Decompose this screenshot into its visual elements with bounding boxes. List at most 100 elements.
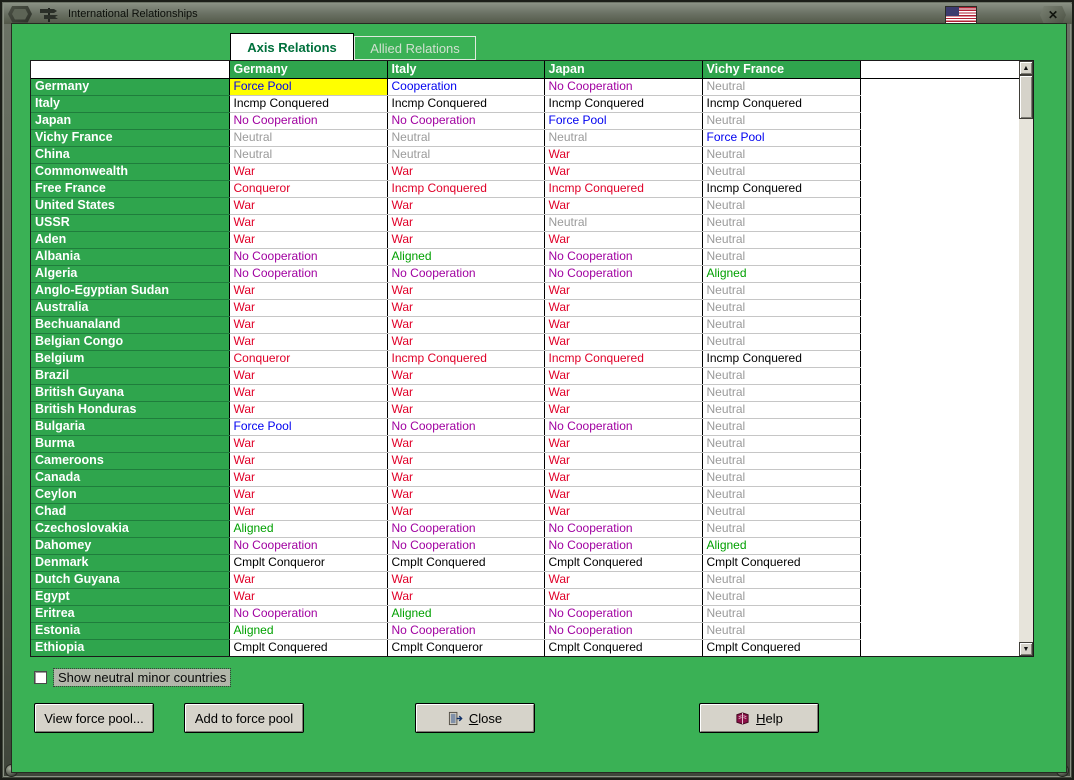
vertical-scrollbar[interactable]: ▲ ▼ bbox=[1019, 61, 1033, 656]
window-close-button[interactable]: ✕ bbox=[1040, 6, 1066, 24]
relation-cell[interactable]: Force Pool bbox=[229, 418, 388, 436]
relation-cell[interactable]: War bbox=[387, 163, 545, 181]
relation-cell[interactable]: Neutral bbox=[702, 605, 861, 623]
relation-cell[interactable]: Cmplt Conquered bbox=[702, 554, 861, 572]
relation-cell[interactable]: Neutral bbox=[702, 231, 861, 249]
relation-cell[interactable]: War bbox=[387, 367, 545, 385]
relation-cell[interactable]: Neutral bbox=[702, 452, 861, 470]
relation-cell[interactable]: No Cooperation bbox=[544, 520, 703, 538]
relation-cell[interactable]: War bbox=[229, 571, 388, 589]
relation-cell[interactable]: War bbox=[544, 282, 703, 300]
relation-cell[interactable]: War bbox=[387, 452, 545, 470]
relation-cell[interactable]: Cmplt Conquered bbox=[544, 639, 703, 656]
relation-cell[interactable]: Aligned bbox=[387, 248, 545, 266]
close-button[interactable]: Close bbox=[415, 703, 535, 733]
relation-cell[interactable]: War bbox=[387, 333, 545, 351]
relation-cell[interactable]: Neutral bbox=[702, 214, 861, 232]
relation-cell[interactable]: War bbox=[229, 401, 388, 419]
country-name-cell[interactable]: Ceylon bbox=[31, 486, 230, 504]
relation-cell[interactable]: Neutral bbox=[702, 588, 861, 606]
country-name-cell[interactable]: Italy bbox=[31, 95, 230, 113]
relation-cell[interactable]: War bbox=[544, 503, 703, 521]
relation-cell[interactable]: Aligned bbox=[702, 537, 861, 555]
relation-cell[interactable]: Neutral bbox=[702, 146, 861, 164]
relation-cell[interactable]: War bbox=[229, 163, 388, 181]
relation-cell[interactable]: Neutral bbox=[544, 214, 703, 232]
relation-cell[interactable]: War bbox=[544, 452, 703, 470]
country-name-cell[interactable]: Czechoslovakia bbox=[31, 520, 230, 538]
relation-cell[interactable]: Neutral bbox=[702, 503, 861, 521]
relation-cell[interactable]: Incmp Conquered bbox=[387, 95, 545, 113]
help-button[interactable]: Help bbox=[699, 703, 819, 733]
relation-cell[interactable]: War bbox=[544, 299, 703, 317]
relation-cell[interactable]: No Cooperation bbox=[229, 265, 388, 283]
relation-cell[interactable]: Neutral bbox=[702, 112, 861, 130]
country-name-cell[interactable]: Denmark bbox=[31, 554, 230, 572]
relation-cell[interactable]: Neutral bbox=[387, 129, 545, 147]
relation-cell[interactable]: Cmplt Conquered bbox=[702, 639, 861, 656]
country-name-cell[interactable]: Commonwealth bbox=[31, 163, 230, 181]
show-neutral-label[interactable]: Show neutral minor countries bbox=[52, 668, 232, 687]
country-name-cell[interactable]: Egypt bbox=[31, 588, 230, 606]
relation-cell[interactable]: Neutral bbox=[702, 282, 861, 300]
relation-cell[interactable]: War bbox=[387, 214, 545, 232]
relation-cell[interactable]: War bbox=[387, 435, 545, 453]
relation-cell[interactable]: Neutral bbox=[702, 571, 861, 589]
relation-cell[interactable]: No Cooperation bbox=[544, 418, 703, 436]
country-name-cell[interactable]: Cameroons bbox=[31, 452, 230, 470]
relation-cell[interactable]: Neutral bbox=[702, 622, 861, 640]
relation-cell[interactable]: No Cooperation bbox=[387, 265, 545, 283]
relation-cell[interactable]: Conqueror bbox=[229, 350, 388, 368]
relation-cell[interactable]: Cooperation bbox=[387, 78, 545, 96]
relation-cell[interactable]: Neutral bbox=[229, 129, 388, 147]
country-name-cell[interactable]: Ethiopia bbox=[31, 639, 230, 656]
relation-cell[interactable]: Incmp Conquered bbox=[387, 180, 545, 198]
country-name-cell[interactable]: Australia bbox=[31, 299, 230, 317]
relation-cell[interactable]: Neutral bbox=[229, 146, 388, 164]
relation-cell[interactable]: Neutral bbox=[702, 401, 861, 419]
country-name-cell[interactable]: British Honduras bbox=[31, 401, 230, 419]
relation-cell[interactable]: Cmplt Conqueror bbox=[387, 639, 545, 656]
relation-cell[interactable]: War bbox=[544, 469, 703, 487]
relation-cell[interactable]: War bbox=[229, 486, 388, 504]
relation-cell[interactable]: No Cooperation bbox=[544, 248, 703, 266]
relation-cell[interactable]: War bbox=[229, 282, 388, 300]
relation-cell[interactable]: War bbox=[544, 435, 703, 453]
relation-cell[interactable]: Aligned bbox=[229, 520, 388, 538]
relation-cell[interactable]: Neutral bbox=[702, 435, 861, 453]
relation-cell[interactable]: War bbox=[229, 452, 388, 470]
relation-cell[interactable]: War bbox=[229, 316, 388, 334]
relation-cell[interactable]: No Cooperation bbox=[387, 622, 545, 640]
relation-cell[interactable]: No Cooperation bbox=[229, 112, 388, 130]
relation-cell[interactable]: War bbox=[387, 503, 545, 521]
country-name-cell[interactable]: Japan bbox=[31, 112, 230, 130]
relation-cell[interactable]: Neutral bbox=[702, 520, 861, 538]
relation-cell[interactable]: Neutral bbox=[544, 129, 703, 147]
relation-cell[interactable]: War bbox=[387, 231, 545, 249]
relation-cell[interactable]: War bbox=[229, 384, 388, 402]
relation-cell[interactable]: Incmp Conquered bbox=[229, 95, 388, 113]
relation-cell[interactable]: War bbox=[544, 384, 703, 402]
column-header-italy[interactable]: Italy bbox=[387, 61, 545, 79]
relation-cell[interactable]: No Cooperation bbox=[544, 605, 703, 623]
scrollbar-track[interactable] bbox=[1019, 75, 1033, 642]
country-name-cell[interactable]: Aden bbox=[31, 231, 230, 249]
relation-cell[interactable]: No Cooperation bbox=[387, 520, 545, 538]
relation-cell[interactable]: No Cooperation bbox=[544, 537, 703, 555]
relation-cell[interactable]: Neutral bbox=[387, 146, 545, 164]
relation-cell[interactable]: Incmp Conquered bbox=[702, 350, 861, 368]
country-name-cell[interactable]: Anglo-Egyptian Sudan bbox=[31, 282, 230, 300]
country-name-cell[interactable]: Estonia bbox=[31, 622, 230, 640]
scrollbar-up-button[interactable]: ▲ bbox=[1019, 61, 1033, 75]
country-name-cell[interactable]: Canada bbox=[31, 469, 230, 487]
relation-cell[interactable]: Neutral bbox=[702, 367, 861, 385]
relation-cell[interactable]: No Cooperation bbox=[544, 622, 703, 640]
relation-cell[interactable]: War bbox=[544, 197, 703, 215]
relation-cell[interactable]: Aligned bbox=[702, 265, 861, 283]
country-name-cell[interactable]: Dutch Guyana bbox=[31, 571, 230, 589]
relation-cell[interactable]: Cmplt Conqueror bbox=[229, 554, 388, 572]
relation-cell[interactable]: War bbox=[229, 435, 388, 453]
tab-axis-relations[interactable]: Axis Relations bbox=[230, 33, 354, 60]
country-name-cell[interactable]: Eritrea bbox=[31, 605, 230, 623]
relation-cell[interactable]: War bbox=[544, 571, 703, 589]
